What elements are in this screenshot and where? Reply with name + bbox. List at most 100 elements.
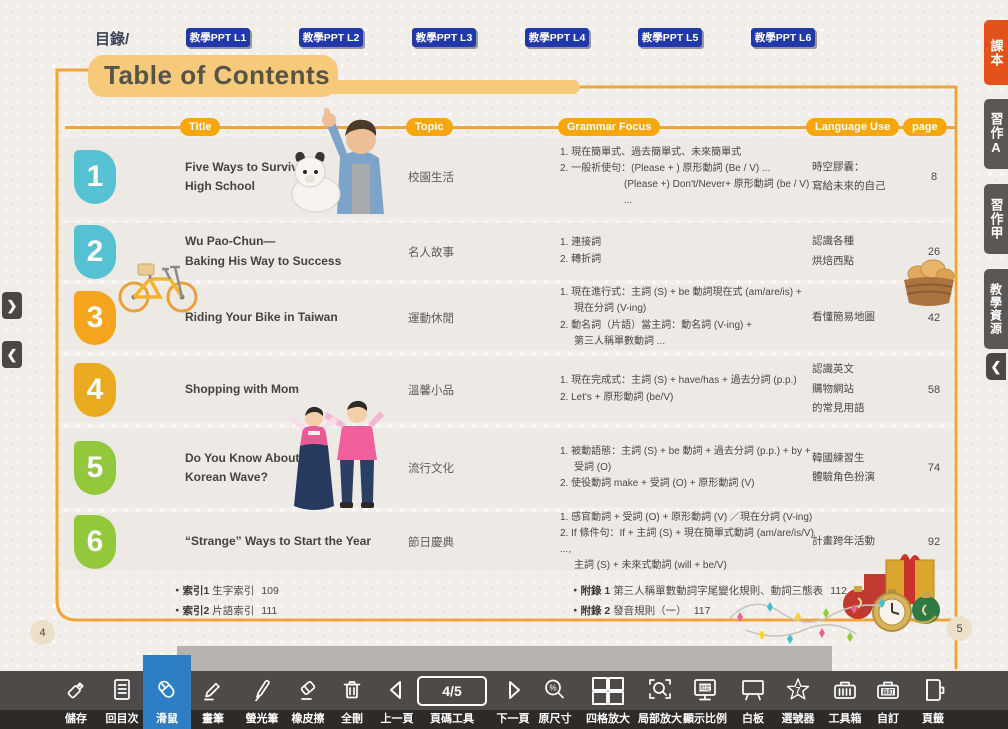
toolbar-back-to-toc-button[interactable]: 回目次 (99, 671, 145, 729)
whiteboard-icon (738, 675, 768, 705)
toolbar-delete-all-button[interactable]: 全刪 (329, 671, 375, 729)
toolbar-eraser-button[interactable]: 橡皮擦 (285, 671, 331, 729)
unit-topic: 溫馨小品 (408, 357, 478, 422)
column-header-language: Language Use (806, 118, 899, 136)
svg-text:固定: 固定 (699, 684, 711, 692)
next-triangle-icon (498, 675, 528, 705)
usb-drive-icon (61, 675, 91, 705)
panel-collapse-button[interactable]: ❮ (2, 341, 22, 368)
unit-grammar: 1. 現在完成式：主詞 (S) + have/has + 過去分詞 (p.p.)… (560, 357, 815, 422)
title-highlight-tail (300, 80, 580, 94)
toolbar-save-button[interactable]: 儲存 (53, 671, 99, 729)
unit-grammar: 1. 連接詞2. 轉折詞 (560, 223, 815, 280)
unit-topic: 校園生活 (408, 137, 478, 217)
toc-breadcrumb: 目錄/ (95, 28, 129, 49)
toc-row-unit6[interactable]: 6 “Strange” Ways to Start the Year 節日慶典 … (62, 513, 953, 571)
ppt-button-l2[interactable]: 教學PPT L2 (299, 28, 363, 47)
unit-grammar: 1. 現在簡單式、過去簡單式、未來簡單式2. 一般祈使句：(Please + )… (560, 137, 815, 217)
toolbar-label: 局部放大 (638, 710, 682, 726)
toolbar-pen-button[interactable]: 畫筆 (190, 671, 236, 729)
toolbar-label: 上一頁 (381, 710, 414, 726)
ppt-button-l6[interactable]: 教學PPT L6 (751, 28, 815, 47)
column-header-topic: Topic (406, 118, 453, 136)
unit-number-badge: 2 (74, 225, 116, 279)
unit-language-use: 認識英文購物網站的常見用語 (812, 357, 917, 422)
ppt-button-l5[interactable]: 教學PPT L5 (638, 28, 702, 47)
toolbar-original-size-button[interactable]: % 原尺寸 (532, 671, 578, 729)
toolbar-label: 頁碼工具 (430, 710, 474, 726)
toolbar-label: 畫筆 (202, 710, 224, 726)
unit-number-badge: 1 (74, 150, 116, 204)
photo-string-lights (726, 584, 906, 646)
toolbar-label: 回目次 (106, 710, 139, 726)
toolbar-label: 螢光筆 (246, 710, 279, 726)
unit-page-number: 8 (914, 137, 954, 217)
trash-icon (337, 675, 367, 705)
pencil-icon (198, 675, 228, 705)
toolbar-label: 自訂 (877, 710, 899, 726)
column-header-grammar: Grammar Focus (558, 118, 660, 136)
unit-number-badge: 4 (74, 363, 116, 417)
toolbar-label: 四格放大 (586, 710, 630, 726)
toolbar-label: 顯示比例 (683, 710, 727, 726)
mouse-icon (152, 675, 182, 705)
unit-grammar: 1. 現在進行式：主詞 (S) + be 動詞現在式 (am/are/is) +… (560, 285, 815, 350)
toc-row-unit4[interactable]: 4 Shopping with Mom 溫馨小品 1. 現在完成式：主詞 (S)… (62, 357, 953, 422)
custom-toolbox-icon: 自訂 (873, 675, 903, 705)
tab-textbook[interactable]: 課本 (984, 20, 1008, 85)
toolbar-label: 滑鼠 (156, 710, 178, 726)
index-entry-2: ・索引2 片語索引111 (172, 603, 277, 618)
column-header-page: page (903, 118, 947, 136)
tab-workbook-jia[interactable]: 習作甲 (984, 184, 1008, 254)
ppt-button-l1[interactable]: 教學PPT L1 (186, 28, 250, 47)
star-number-icon: 7 (783, 675, 813, 705)
photo-hanbok-couple (284, 398, 386, 512)
panel-expand-button[interactable]: ❯ (2, 292, 22, 319)
book-page-number-left: 4 (30, 620, 55, 645)
toolbar-label: 頁籤 (922, 710, 944, 726)
appendix-entry-2: ・附錄 2 發音規則（一）117 (570, 603, 710, 618)
svg-text:%: % (549, 684, 556, 693)
tab-workbook-a[interactable]: 習作A (984, 99, 1008, 169)
page-title: Table of Contents (104, 60, 330, 91)
toolbar-label: 全刪 (341, 710, 363, 726)
toolbar-whiteboard-button[interactable]: 白板 (730, 671, 776, 729)
toolbar-mouse-button[interactable]: 滑鼠 (144, 671, 190, 729)
toolbar-custom-button[interactable]: 自訂 自訂 (865, 671, 911, 729)
ppt-button-l4[interactable]: 教學PPT L4 (525, 28, 589, 47)
unit-number-badge: 6 (74, 515, 116, 569)
toolbar-page-tabs-button[interactable]: 頁籤 (910, 671, 956, 729)
toolbar-display-ratio-button[interactable]: 固定 顯示比例 (682, 671, 728, 729)
toolbar-label: 選號器 (782, 710, 815, 726)
ppt-button-l3[interactable]: 教學PPT L3 (412, 28, 476, 47)
unit-topic: 名人故事 (408, 223, 478, 280)
sidebar-collapse-button[interactable]: ❮ (986, 353, 1006, 380)
zoom-percent-icon: % (540, 675, 570, 705)
toolbar-region-zoom-button[interactable]: 局部放大 (637, 671, 683, 729)
toolbar-label: 下一頁 (497, 710, 530, 726)
unit-page-number: 74 (914, 429, 954, 507)
toolbar-number-picker-button[interactable]: 7 選號器 (775, 671, 821, 729)
region-zoom-icon (645, 675, 675, 705)
previous-triangle-icon (382, 675, 412, 705)
toolbar-label: 原尺寸 (539, 710, 572, 726)
page-indicator[interactable]: 4/5 (417, 676, 487, 706)
unit-title: Wu Pao-Chun—Baking His Way to Success (185, 223, 375, 280)
photo-yellow-bike (112, 252, 202, 314)
toc-row-unit1[interactable]: 1 Five Ways to SurviveHigh School 校園生活 1… (62, 137, 953, 217)
page-tab-icon (918, 675, 948, 705)
toolbar-page-number-tool[interactable]: 4/5 頁碼工具 (414, 671, 490, 729)
toc-row-unit5[interactable]: 5 Do You Know About theKorean Wave? 流行文化… (62, 429, 953, 507)
toolbar-next-page-button[interactable]: 下一頁 (490, 671, 536, 729)
toolbar-label: 橡皮擦 (292, 710, 325, 726)
toolbar-four-grid-zoom-button[interactable]: 四格放大 (580, 671, 636, 729)
toolbar-toolbox-button[interactable]: 工具箱 (822, 671, 868, 729)
unit-title: “Strange” Ways to Start the Year (185, 513, 375, 571)
photo-bread-basket (900, 250, 958, 312)
toolbar-label: 白板 (742, 710, 764, 726)
toolbar-label: 儲存 (65, 710, 87, 726)
toolbar-highlighter-button[interactable]: 螢光筆 (239, 671, 285, 729)
eraser-icon (293, 675, 323, 705)
tab-teaching-resources[interactable]: 教學資源 (984, 269, 1008, 349)
unit-topic: 流行文化 (408, 429, 478, 507)
